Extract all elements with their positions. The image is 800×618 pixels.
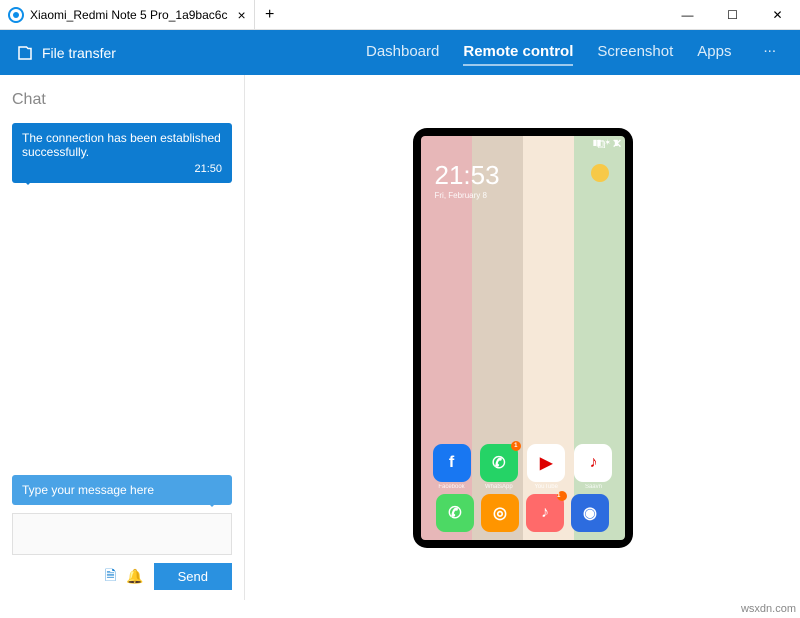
home-clock-date: Fri, February 8	[435, 191, 500, 200]
device-screen[interactable]: ▮▮ ✶ ▮ 21:53 Fri, February 8 fFacebook✆1…	[421, 136, 625, 540]
window-tab[interactable]: Xiaomi_Redmi Note 5 Pro_1a9bac6c ×	[0, 0, 255, 29]
chat-heading: Chat	[12, 91, 232, 109]
title-bar: Xiaomi_Redmi Note 5 Pro_1a9bac6c × + — ☐…	[0, 0, 800, 30]
chat-hint-text: Type your message here	[22, 483, 154, 497]
tab-remote-control[interactable]: Remote control	[463, 39, 573, 66]
dock-camera[interactable]: ◉	[571, 494, 609, 532]
home-clock-time: 21:53	[435, 160, 500, 191]
tab-close-icon[interactable]: ×	[237, 7, 245, 23]
app-whatsapp[interactable]: ✆1WhatsApp	[480, 444, 518, 490]
app-youtube[interactable]: ▶YouTube	[527, 444, 565, 490]
weather-icon	[591, 164, 609, 182]
chat-hint-bubble: Type your message here	[12, 475, 232, 505]
content-area: Chat The connection has been established…	[0, 75, 800, 600]
dock: ✆◎♪1◉	[421, 494, 625, 532]
nudge-icon[interactable]: 🔔	[126, 568, 143, 585]
chat-system-time: 21:50	[22, 163, 222, 175]
popout-icon[interactable]: ⧉	[596, 136, 605, 152]
window-controls: — ☐ ✕	[665, 0, 800, 29]
chat-actions: 🗎 🔔 Send	[12, 563, 232, 590]
dock-music[interactable]: ♪1	[526, 494, 564, 532]
dock-phone[interactable]: ✆	[436, 494, 474, 532]
chat-panel: Chat The connection has been established…	[0, 75, 245, 600]
teamviewer-icon	[8, 7, 24, 23]
minimize-button[interactable]: —	[665, 0, 710, 29]
send-button[interactable]: Send	[154, 563, 232, 590]
home-clock: 21:53 Fri, February 8	[435, 160, 500, 200]
watermark: wsxdn.com	[741, 600, 796, 618]
main-toolbar: File transfer Dashboard Remote control S…	[0, 30, 800, 75]
nav-tabs: Dashboard Remote control Screenshot Apps…	[366, 39, 784, 66]
maximize-button[interactable]: ☐	[710, 0, 755, 29]
status-bar: ▮▮ ✶ ▮	[421, 136, 625, 152]
chat-input[interactable]	[12, 513, 232, 555]
home-apps: fFacebook✆1WhatsApp▶YouTube♪Saavn	[421, 436, 625, 490]
tab-more[interactable]: ...	[755, 39, 784, 66]
overlay-close-icon[interactable]: ✕	[612, 136, 623, 152]
dock-browser[interactable]: ◎	[481, 494, 519, 532]
tab-apps[interactable]: Apps	[697, 39, 731, 66]
app-saavn[interactable]: ♪Saavn	[574, 444, 612, 490]
chat-system-bubble: The connection has been established succ…	[12, 123, 232, 183]
file-transfer-label[interactable]: File transfer	[42, 45, 116, 61]
close-button[interactable]: ✕	[755, 0, 800, 29]
new-tab-button[interactable]: +	[255, 0, 285, 29]
tab-screenshot[interactable]: Screenshot	[597, 39, 673, 66]
chat-system-text: The connection has been established succ…	[22, 131, 222, 159]
device-frame: ⧉ ✕ ▮▮ ✶ ▮ 21:53 Fri, February 8 fFacebo…	[413, 128, 633, 548]
tab-dashboard[interactable]: Dashboard	[366, 39, 439, 66]
attach-icon[interactable]: 🗎	[105, 565, 116, 589]
file-transfer-icon	[16, 44, 34, 62]
device-overlay-controls: ⧉ ✕	[596, 136, 622, 152]
tab-title: Xiaomi_Redmi Note 5 Pro_1a9bac6c	[30, 8, 227, 22]
remote-screen-area: ⧉ ✕ ▮▮ ✶ ▮ 21:53 Fri, February 8 fFacebo…	[245, 75, 800, 600]
app-facebook[interactable]: fFacebook	[433, 444, 471, 490]
